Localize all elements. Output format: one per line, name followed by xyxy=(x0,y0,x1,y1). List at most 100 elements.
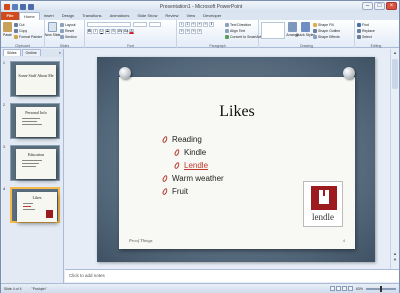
tab-insert[interactable]: Insert xyxy=(40,12,58,20)
bullets-button[interactable]: • xyxy=(179,22,184,27)
window-controls: – □ × xyxy=(362,2,397,10)
scroll-up-icon[interactable]: ▲ xyxy=(392,50,398,56)
center-button[interactable]: ≡ xyxy=(185,29,190,34)
slide-number: 4 xyxy=(342,238,345,243)
slide-thumbnail-2[interactable]: 2 Personal Info xyxy=(3,103,62,139)
save-icon[interactable] xyxy=(12,3,18,10)
align-right-button[interactable]: ≡ xyxy=(191,29,196,34)
numbering-button[interactable]: 1 xyxy=(185,22,190,27)
powerpoint-app-icon[interactable] xyxy=(4,3,10,10)
slide-show-icon[interactable] xyxy=(347,286,353,291)
copy-label: Copy xyxy=(19,28,28,33)
tab-transitions[interactable]: Transitions xyxy=(78,12,105,20)
close-button[interactable]: × xyxy=(386,2,397,10)
find-button[interactable]: Find xyxy=(357,22,375,27)
slide-thumbnail-1[interactable]: 1 Some Stuff About Me xyxy=(3,61,62,97)
font-name-combo[interactable] xyxy=(87,22,131,27)
shadow-button[interactable]: S xyxy=(111,29,116,34)
tab-developer[interactable]: Developer xyxy=(199,12,225,20)
shape-outline-button[interactable]: Shape Outline xyxy=(313,28,340,33)
tab-animations[interactable]: Animations xyxy=(106,12,134,20)
shape-fill-button[interactable]: Shape Fill xyxy=(313,22,340,27)
slide-title[interactable]: Likes xyxy=(119,103,355,121)
tab-design[interactable]: Design xyxy=(58,12,78,20)
slide-content[interactable]: Reading Kindle Lendle Warm weather Fruit xyxy=(161,133,224,198)
tab-file[interactable]: File xyxy=(1,12,19,20)
ribbon-tabs: File Home Insert Design Transitions Anim… xyxy=(1,12,399,20)
text-direction-icon xyxy=(225,22,229,27)
bullet-item: Kindle xyxy=(173,146,224,159)
maximize-button[interactable]: □ xyxy=(374,2,385,10)
redo-icon[interactable] xyxy=(28,3,34,10)
undo-icon[interactable] xyxy=(20,3,26,10)
select-button[interactable]: Select xyxy=(357,34,375,39)
select-label: Select xyxy=(362,34,372,39)
bold-button[interactable]: B xyxy=(87,29,92,34)
reading-view-icon[interactable] xyxy=(341,286,347,291)
replace-label: Replace xyxy=(362,28,375,33)
minimize-button[interactable]: – xyxy=(362,2,373,10)
thumbnail-text-line xyxy=(22,160,42,161)
slide-sorter-icon[interactable] xyxy=(335,286,341,291)
font-group-label: Font xyxy=(126,44,134,48)
underline-button[interactable]: U xyxy=(99,29,104,34)
arrange-icon xyxy=(288,22,297,32)
decrease-indent-button[interactable]: « xyxy=(191,22,196,27)
line-spacing-button[interactable]: ≡ xyxy=(203,22,208,27)
convert-smartart-button[interactable]: Convert to SmartArt xyxy=(225,34,261,39)
font-size-combo[interactable] xyxy=(133,22,147,27)
reset-button[interactable]: Reset xyxy=(60,28,77,33)
format-painter-button[interactable]: Format Painter xyxy=(14,34,42,39)
thumbnail-title: Some Stuff About Me xyxy=(18,73,54,78)
thumbnail-paper: Some Stuff About Me xyxy=(16,65,56,95)
slide-thumbnail-3[interactable]: 3 Education xyxy=(3,145,62,181)
close-pane-icon[interactable]: × xyxy=(59,50,61,55)
align-left-button[interactable]: ≡ xyxy=(179,29,184,34)
text-direction-button[interactable]: Text Direction xyxy=(225,22,261,27)
format-painter-label: Format Painter xyxy=(19,34,43,39)
shapes-gallery[interactable] xyxy=(261,22,285,39)
tab-review[interactable]: Review xyxy=(161,12,182,20)
shape-effects-button[interactable]: Shape Effects xyxy=(313,34,340,39)
justify-button[interactable]: ≡ xyxy=(197,29,202,34)
new-slide-button[interactable]: New Slide xyxy=(45,22,60,39)
notes-pane[interactable]: Click to add notes xyxy=(65,269,399,282)
layout-button[interactable]: Layout xyxy=(60,22,77,27)
columns-button[interactable]: ‖ xyxy=(209,22,214,27)
replace-button[interactable]: Replace xyxy=(357,28,375,33)
zoom-slider[interactable] xyxy=(366,285,396,292)
lendle-logo[interactable]: lendle xyxy=(303,181,343,227)
strikethrough-button[interactable]: S xyxy=(105,29,110,34)
italic-button[interactable]: I xyxy=(93,29,98,34)
section-button[interactable]: Section xyxy=(60,34,77,39)
normal-view-icon[interactable] xyxy=(329,286,335,291)
shape-fill-label: Shape Fill xyxy=(318,22,334,27)
increase-indent-button[interactable]: » xyxy=(197,22,202,27)
vertical-scrollbar[interactable]: ▲ ▲ ▼ xyxy=(390,49,399,269)
tab-slide-show[interactable]: Slide Show xyxy=(133,12,161,20)
bullet-link[interactable]: Lendle xyxy=(184,161,208,170)
current-slide[interactable]: Likes Reading Kindle Lendle Warm weather… xyxy=(97,57,375,262)
tab-home[interactable]: Home xyxy=(19,12,40,20)
thumbnail-text-line xyxy=(22,124,42,125)
font-color-button[interactable]: A xyxy=(129,29,134,34)
tab-outline[interactable]: Outline xyxy=(21,49,41,56)
thumbnail-text-line xyxy=(23,203,33,204)
char-spacing-button[interactable]: AV xyxy=(117,29,122,34)
scroll-thumb[interactable] xyxy=(392,59,398,89)
paste-button[interactable]: Paste xyxy=(3,22,12,39)
zoom-level[interactable]: 63% xyxy=(356,287,363,291)
quick-styles-button[interactable]: Quick Styles xyxy=(296,22,315,39)
align-text-button[interactable]: Align Text xyxy=(225,28,261,33)
zoom-slider-thumb[interactable] xyxy=(380,285,382,292)
next-slide-icon[interactable]: ▼ xyxy=(392,257,398,263)
slide-thumbnail-4[interactable]: 4 Likes xyxy=(3,187,62,223)
copy-button[interactable]: Copy xyxy=(14,28,42,33)
change-case-button[interactable]: Aa xyxy=(123,29,128,34)
grow-shrink-font[interactable] xyxy=(149,22,161,27)
tab-slides[interactable]: Slides xyxy=(3,49,21,56)
thumbnail-text-line xyxy=(22,163,39,164)
tab-view[interactable]: View xyxy=(183,12,200,20)
cut-button[interactable]: Cut xyxy=(14,22,42,27)
logo-wordmark: lendle xyxy=(312,212,334,222)
